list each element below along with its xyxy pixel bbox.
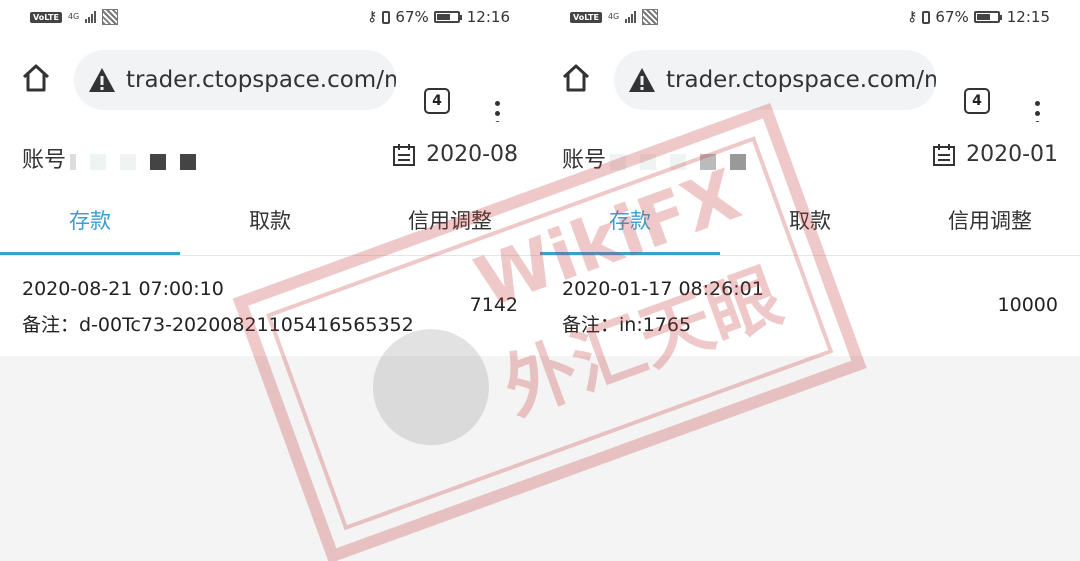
battery-percent: 67% xyxy=(935,8,969,26)
record-amount: 10000 xyxy=(997,294,1058,316)
home-icon[interactable] xyxy=(18,60,54,96)
warning-icon xyxy=(89,68,115,92)
account-masked xyxy=(70,150,210,174)
clock: 12:16 xyxy=(466,8,510,26)
vibrate-icon xyxy=(922,10,931,24)
page-content: 账号 2020-01 存款 取款 信用调整 2020-01-17 08:26:0… xyxy=(540,122,1080,356)
page-content: 账号 2020-08 存款 取款 信用调整 2020-08-21 07:00:1… xyxy=(0,122,540,356)
screenshot-right: VoLTE 4G ⚷ 67% 12:15 trader.ctopspace.co… xyxy=(540,0,1080,561)
battery-percent: 67% xyxy=(395,8,429,26)
account-row: 账号 2020-08 xyxy=(0,122,540,188)
tab-deposit[interactable]: 存款 xyxy=(0,188,180,255)
tab-credit-adjust[interactable]: 信用调整 xyxy=(360,188,540,255)
signal-icon xyxy=(625,11,637,23)
calendar-icon xyxy=(393,143,416,166)
tab-withdraw[interactable]: 取款 xyxy=(180,188,360,255)
warning-icon xyxy=(629,68,655,92)
volte-icon: VoLTE xyxy=(570,11,602,23)
tab-bar: 存款 取款 信用调整 xyxy=(0,188,540,256)
browser-toolbar: trader.ctopspace.com/m 4 xyxy=(540,36,1080,126)
url-text: trader.ctopspace.com/m xyxy=(666,67,936,93)
account-masked xyxy=(610,150,750,174)
browser-toolbar: trader.ctopspace.com/m 4 xyxy=(0,36,540,126)
status-bar: VoLTE 4G ⚷ 67% 12:15 xyxy=(540,0,1080,36)
record-note: 备注：d-00Tc73-20200821105416565352 xyxy=(22,314,414,336)
record-time: 2020-08-21 07:00:10 xyxy=(22,278,224,300)
record-amount: 7142 xyxy=(469,294,518,316)
account-row: 账号 2020-01 xyxy=(540,122,1080,188)
tab-switcher-button[interactable]: 4 xyxy=(424,88,450,114)
url-bar[interactable]: trader.ctopspace.com/m xyxy=(74,50,396,110)
tab-switcher-button[interactable]: 4 xyxy=(964,88,990,114)
date-picker[interactable]: 2020-01 xyxy=(932,142,1058,167)
status-bar: VoLTE 4G ⚷ 67% 12:16 xyxy=(0,0,540,36)
clock: 12:15 xyxy=(1006,8,1050,26)
battery-icon xyxy=(433,11,462,23)
list-item[interactable]: 2020-08-21 07:00:10 备注：d-00Tc73-20200821… xyxy=(0,256,540,356)
key-icon: ⚷ xyxy=(907,9,918,25)
tab-withdraw[interactable]: 取款 xyxy=(720,188,900,255)
url-bar[interactable]: trader.ctopspace.com/m xyxy=(614,50,936,110)
network-type: 4G xyxy=(607,12,620,21)
record-note: 备注：in:1765 xyxy=(562,314,692,336)
calendar-icon xyxy=(933,143,956,166)
qr-icon xyxy=(642,9,659,25)
url-text: trader.ctopspace.com/m xyxy=(126,67,396,93)
tab-bar: 存款 取款 信用调整 xyxy=(540,188,1080,256)
date-picker[interactable]: 2020-08 xyxy=(392,142,518,167)
volte-icon: VoLTE xyxy=(30,11,62,23)
date-value: 2020-08 xyxy=(426,142,518,167)
battery-icon xyxy=(973,11,1002,23)
tab-credit-adjust[interactable]: 信用调整 xyxy=(900,188,1080,255)
home-icon[interactable] xyxy=(558,60,594,96)
qr-icon xyxy=(102,9,119,25)
list-item[interactable]: 2020-01-17 08:26:01 备注：in:1765 10000 xyxy=(540,256,1080,356)
record-time: 2020-01-17 08:26:01 xyxy=(562,278,764,300)
account-label: 账号 xyxy=(22,148,67,173)
account-label: 账号 xyxy=(562,148,607,173)
signal-icon xyxy=(85,11,97,23)
vibrate-icon xyxy=(382,10,391,24)
key-icon: ⚷ xyxy=(367,9,378,25)
network-type: 4G xyxy=(67,12,80,21)
date-value: 2020-01 xyxy=(966,142,1058,167)
tab-deposit[interactable]: 存款 xyxy=(540,188,720,255)
screenshot-left: VoLTE 4G ⚷ 67% 12:16 trader.ctopspace.co… xyxy=(0,0,540,561)
